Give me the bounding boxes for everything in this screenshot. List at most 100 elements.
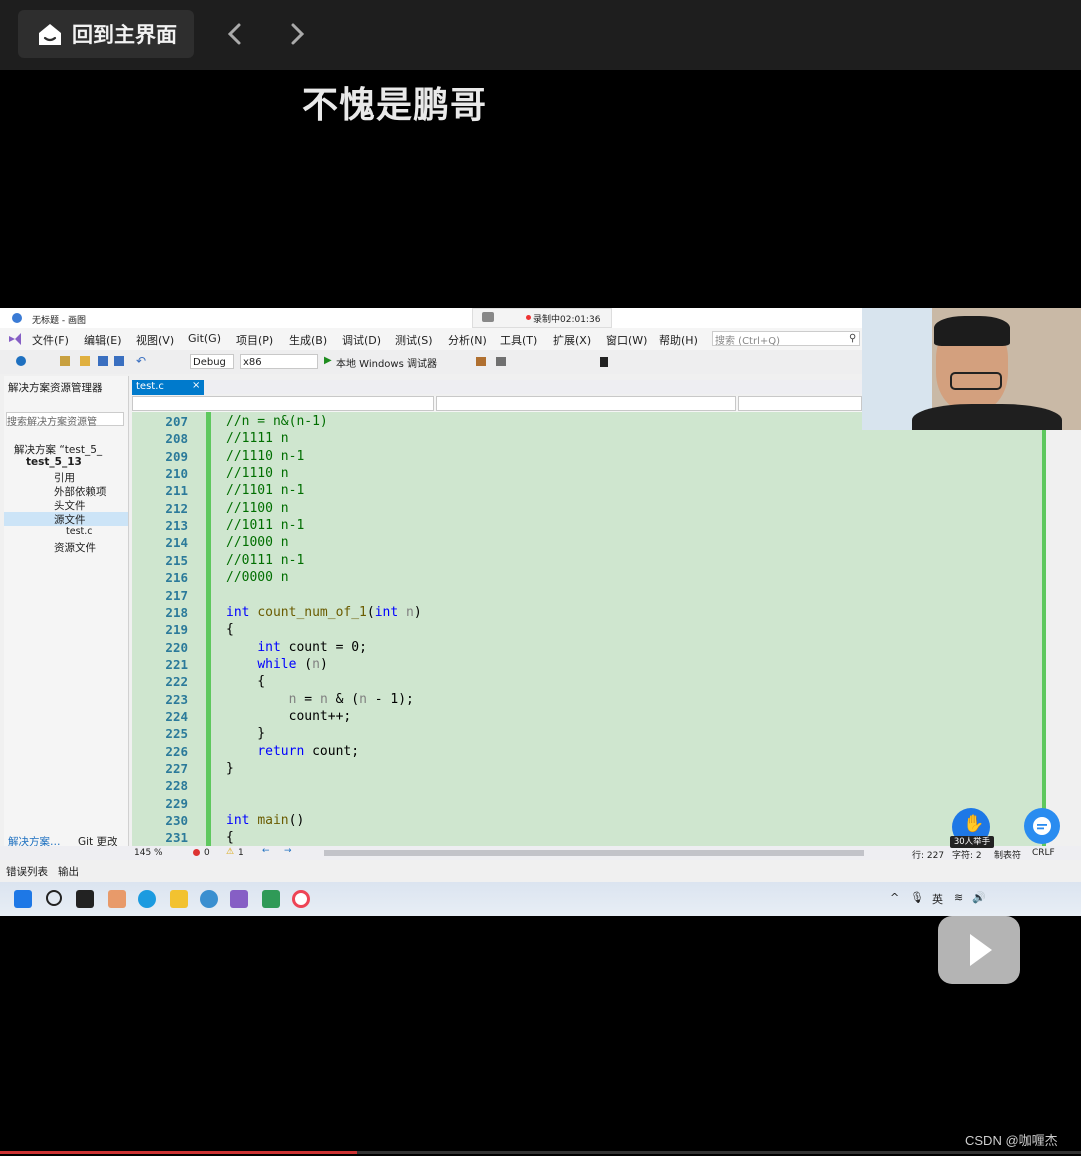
line-number: 228 [165, 778, 188, 794]
nav-next-icon[interactable]: → [284, 846, 292, 856]
open-folder-icon[interactable] [80, 356, 90, 366]
menu-view[interactable]: 视图(V) [136, 332, 174, 348]
search-placeholder: 搜索 (Ctrl+Q) [715, 336, 781, 347]
menu-tools[interactable]: 工具(T) [500, 332, 537, 348]
horizontal-scrollbar[interactable] [324, 850, 864, 856]
run-debugger-button[interactable]: 本地 Windows 调试器 [336, 355, 437, 370]
search-box[interactable]: 搜索 (Ctrl+Q) [712, 331, 860, 347]
code-line[interactable]: { [226, 830, 234, 845]
line-number: 221 [165, 656, 188, 672]
tree-item-header-files[interactable]: 头文件 [54, 498, 86, 513]
menu-extensions[interactable]: 扩展(X) [553, 332, 591, 348]
solution-search-input[interactable]: 搜索解决方案资源管 [6, 412, 124, 428]
code-line[interactable]: //n = n&(n-1) [226, 414, 328, 429]
code-line[interactable]: //1110 n-1 [226, 449, 304, 464]
back-arrow-icon[interactable] [220, 18, 250, 50]
run-icon[interactable]: ▶ [324, 355, 332, 366]
home-button[interactable]: 回到主界面 [18, 10, 194, 58]
tree-item-references[interactable]: 引用 [54, 470, 75, 485]
chat-button[interactable] [1024, 808, 1060, 844]
code-line[interactable]: int main() [226, 813, 304, 828]
search-icon[interactable] [46, 890, 62, 906]
code-line[interactable]: //0000 n [226, 570, 289, 585]
tree-item-source-files[interactable]: 源文件 [54, 512, 86, 527]
code-editor[interactable]: 207 //n = n&(n-1) 208 //1111 n 209 //1110 n-1… [132, 412, 1044, 846]
warning-count[interactable]: 1 [238, 848, 244, 858]
tree-item-solution[interactable]: 解决方案 “test_5_ [14, 442, 102, 457]
code-line[interactable]: int count_num_of_1(int n) [226, 605, 422, 620]
menu-analyze[interactable]: 分析(N) [448, 332, 487, 348]
toolbar-misc-icon[interactable] [476, 357, 486, 366]
code-line[interactable]: //1110 n [226, 466, 289, 481]
code-line[interactable]: //1011 n-1 [226, 518, 304, 533]
menu-debug[interactable]: 调试(D) [342, 332, 381, 348]
code-line[interactable]: count++; [226, 709, 352, 724]
tab-test-c[interactable]: test.c × [132, 380, 204, 395]
new-item-icon[interactable] [60, 356, 70, 366]
tree-item-resource-files[interactable]: 资源文件 [54, 540, 96, 555]
input-language[interactable]: 英 [932, 891, 943, 907]
config-select[interactable]: Debug [190, 354, 234, 369]
code-line[interactable]: } [226, 761, 234, 776]
start-icon[interactable] [14, 890, 32, 908]
recorder-icon[interactable] [292, 890, 310, 908]
code-line[interactable]: //1100 n [226, 501, 289, 516]
error-count[interactable]: 0 [204, 848, 210, 858]
change-indicator-bar [206, 412, 211, 846]
tab-close-icon[interactable]: × [192, 380, 200, 391]
presenter-glasses [950, 372, 1002, 390]
tree-item-test-c[interactable]: test.c [66, 526, 93, 537]
toolbar: ↶ Debug x86 ▶ 本地 Windows 调试器 [0, 350, 862, 374]
save-icon[interactable] [98, 356, 108, 366]
code-line[interactable]: { [226, 622, 234, 637]
project-dropdown[interactable]: test_5_13 [132, 396, 434, 411]
menu-edit[interactable]: 编辑(E) [84, 332, 122, 348]
undo-icon[interactable]: ↶ [136, 354, 146, 368]
file-explorer-icon[interactable] [170, 890, 188, 908]
code-line[interactable]: //1111 n [226, 431, 289, 446]
volume-icon[interactable]: 🔊 [972, 891, 986, 904]
bookmark-icon[interactable] [600, 357, 608, 367]
wifi-icon[interactable]: ≋ [954, 891, 963, 904]
menu-test[interactable]: 测试(S) [395, 332, 433, 348]
save-all-icon[interactable] [114, 356, 124, 366]
speaker-muted-icon[interactable] [482, 312, 494, 322]
nav-prev-icon[interactable]: ← [262, 846, 270, 856]
code-line[interactable]: //1101 n-1 [226, 483, 304, 498]
mic-icon[interactable]: 🎙 [910, 891, 924, 904]
code-line[interactable]: int count = 0; [226, 640, 367, 655]
tree-item-external-deps[interactable]: 外部依赖项 [54, 484, 107, 499]
code-line[interactable]: //0111 n-1 [226, 553, 304, 568]
scope-dropdown[interactable]: (全局范围) [436, 396, 736, 411]
zoom-level[interactable]: 145 % [134, 848, 163, 858]
tree-item-project[interactable]: test_5_13 [26, 456, 82, 468]
code-line[interactable]: //1000 n [226, 535, 289, 550]
task-view-icon[interactable] [76, 890, 94, 908]
paint-icon[interactable] [200, 890, 218, 908]
tab-error-list[interactable]: 错误列表 [6, 864, 48, 879]
edge-icon[interactable] [138, 890, 156, 908]
menu-git[interactable]: Git(G) [188, 332, 221, 345]
platform-select[interactable]: x86 [240, 354, 318, 369]
code-line[interactable]: n = n & (n - 1); [226, 692, 414, 707]
tray-expand-icon[interactable]: ^ [890, 891, 899, 904]
member-dropdown[interactable]: count_num_of_1(int [738, 396, 862, 411]
code-line[interactable]: } [226, 726, 265, 741]
menu-file[interactable]: 文件(F) [32, 332, 69, 348]
pdf-app-icon[interactable] [262, 890, 280, 908]
screenshot-icon[interactable] [496, 357, 506, 366]
code-line[interactable]: return count; [226, 744, 359, 759]
back-nav-icon[interactable] [16, 356, 26, 366]
code-line[interactable]: { [226, 674, 265, 689]
app-icon[interactable] [108, 890, 126, 908]
code-line[interactable]: while (n) [226, 657, 327, 672]
tab-output[interactable]: 输出 [58, 864, 79, 879]
play-button[interactable] [938, 916, 1020, 984]
menu-window[interactable]: 窗口(W) [606, 332, 647, 348]
menu-build[interactable]: 生成(B) [289, 332, 327, 348]
menu-project[interactable]: 项目(P) [236, 332, 273, 348]
forward-arrow-icon[interactable] [282, 18, 312, 50]
recording-time: 录制中02:01:36 [533, 315, 601, 325]
visual-studio-taskbar-icon[interactable] [230, 890, 248, 908]
menu-help[interactable]: 帮助(H) [659, 332, 698, 348]
